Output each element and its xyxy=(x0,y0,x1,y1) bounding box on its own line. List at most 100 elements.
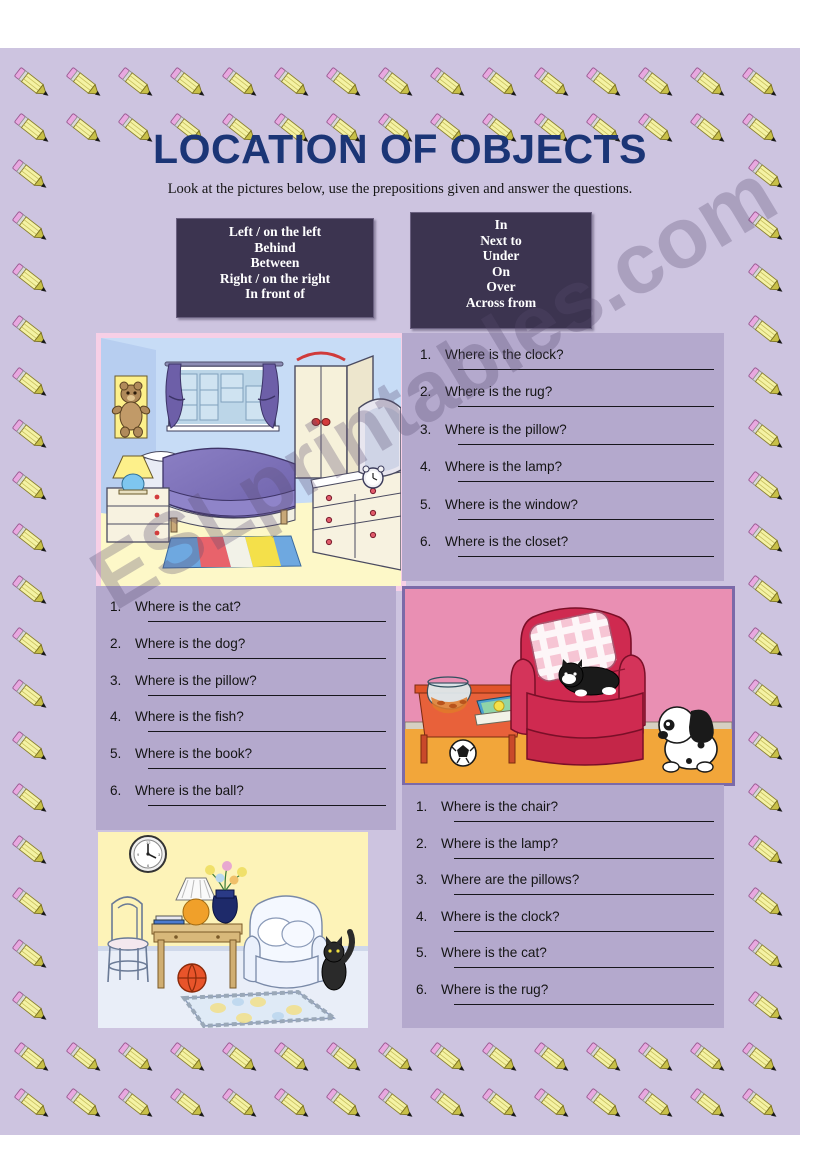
answer-line[interactable] xyxy=(148,804,386,806)
pencil-icon xyxy=(582,1035,628,1081)
question-number: 2. xyxy=(420,384,432,400)
pencil-icon xyxy=(744,516,790,562)
question-text: Where is the rug? xyxy=(445,384,553,400)
answer-line[interactable] xyxy=(458,481,714,483)
livingroom-illustration xyxy=(402,586,735,786)
question-item: 1. Where is the cat? xyxy=(110,597,396,634)
preposition-item: Between xyxy=(250,255,300,271)
pencil-icon xyxy=(166,1035,212,1081)
worksheet-page: LOCATION OF OBJECTS Look at the pictures… xyxy=(0,48,800,1135)
answer-line[interactable] xyxy=(148,768,386,770)
pencil-icon xyxy=(374,60,420,106)
pencil-icon xyxy=(744,204,790,250)
pencil-icon xyxy=(744,880,790,926)
livingroom-questions: 1. Where is the cat? 2. Where is the dog? 3.… xyxy=(96,586,396,830)
answer-line[interactable] xyxy=(148,621,386,622)
pencil-icon xyxy=(744,828,790,874)
pencil-icon xyxy=(478,60,524,106)
question-text: Where is the lamp? xyxy=(445,459,563,475)
answer-line[interactable] xyxy=(454,1003,714,1005)
pencil-icon xyxy=(62,60,108,106)
pencil-icon xyxy=(426,1035,472,1081)
pencil-icon xyxy=(374,1081,420,1127)
pencil-icon xyxy=(218,1081,264,1127)
question-item: 6. Where is the closet? xyxy=(420,532,724,569)
answer-line[interactable] xyxy=(458,406,714,408)
question-text: Where are the pillows? xyxy=(441,872,580,888)
pencil-icon xyxy=(530,1035,576,1081)
question-item: 6. Where is the ball? xyxy=(110,781,396,818)
question-item: 1. Where is the clock? xyxy=(420,345,724,382)
pencil-icon xyxy=(634,60,680,106)
pencil-icon xyxy=(270,1035,316,1081)
preposition-item: Next to xyxy=(480,232,522,248)
answer-line[interactable] xyxy=(454,930,714,932)
pencil-icon xyxy=(744,932,790,978)
answer-line[interactable] xyxy=(458,443,714,445)
question-list: 1. Where is the chair? 2. Where is the lamp… xyxy=(402,785,724,1017)
pencil-icon xyxy=(478,1035,524,1081)
question-number: 1. xyxy=(110,599,122,614)
pencil-icon xyxy=(218,1035,264,1081)
pencil-icon xyxy=(114,1035,160,1081)
pencil-icon xyxy=(8,204,54,250)
pencil-icon xyxy=(744,256,790,302)
pencil-icon xyxy=(744,568,790,614)
pencil-icon xyxy=(744,360,790,406)
question-number: 2. xyxy=(416,835,428,851)
question-text: Where is the clock? xyxy=(441,908,560,924)
pencil-icon xyxy=(530,60,576,106)
question-item: 2. Where is the dog? xyxy=(110,634,396,671)
answer-line[interactable] xyxy=(458,369,714,370)
pencil-icon xyxy=(8,308,54,354)
question-number: 3. xyxy=(110,672,122,688)
pencil-icon xyxy=(744,776,790,822)
pencil-icon xyxy=(686,1081,732,1127)
answer-line[interactable] xyxy=(454,821,714,822)
pencil-icon xyxy=(62,1035,108,1081)
pencil-icon xyxy=(10,1081,56,1127)
answer-line[interactable] xyxy=(454,967,714,969)
answer-line[interactable] xyxy=(458,555,714,557)
pencil-icon xyxy=(10,60,56,106)
pencil-icon xyxy=(8,828,54,874)
answer-line[interactable] xyxy=(454,857,714,859)
pencil-icon xyxy=(426,60,472,106)
pencil-icon xyxy=(8,516,54,562)
answer-line[interactable] xyxy=(458,518,714,520)
pencil-icon xyxy=(744,724,790,770)
sittingroom-illustration: 12 3 6 9 xyxy=(98,832,368,1028)
answer-line[interactable] xyxy=(148,657,386,659)
question-number: 4. xyxy=(420,459,432,475)
pencil-icon xyxy=(8,672,54,718)
question-list: 1. Where is the cat? 2. Where is the dog? 3.… xyxy=(96,586,396,818)
page-title: LOCATION OF OBJECTS xyxy=(153,126,647,172)
question-item: 6. Where is the rug? xyxy=(416,980,724,1017)
preposition-box-position: Left / on the left Behind Between Right / o… xyxy=(176,218,374,318)
pencil-icon xyxy=(270,1081,316,1127)
svg-text:12: 12 xyxy=(146,840,151,845)
answer-line[interactable] xyxy=(454,894,714,896)
pencil-icon xyxy=(114,60,160,106)
question-text: Where is the cat? xyxy=(135,599,241,614)
pencil-icon xyxy=(8,360,54,406)
bedroom-questions: 1. Where is the clock? 2. Where is the rug?… xyxy=(402,333,724,581)
answer-line[interactable] xyxy=(148,731,386,733)
question-item: 3. Where is the pillow? xyxy=(110,671,396,708)
pencil-icon xyxy=(744,984,790,1030)
question-number: 6. xyxy=(416,981,428,997)
preposition-item: Under xyxy=(482,248,520,264)
pencil-icon xyxy=(8,880,54,926)
question-item: 1. Where is the chair? xyxy=(416,797,724,834)
question-text: Where is the fish? xyxy=(135,709,244,725)
bedroom-illustration xyxy=(96,333,406,591)
question-text: Where is the book? xyxy=(135,746,253,762)
pencil-icon xyxy=(8,984,54,1030)
pencil-icon xyxy=(8,464,54,510)
question-item: 5. Where is the book? xyxy=(110,744,396,781)
answer-line[interactable] xyxy=(148,694,386,696)
pencil-icon xyxy=(8,256,54,302)
pencil-icon xyxy=(738,1035,784,1081)
pencil-icon xyxy=(8,412,54,458)
preposition-item: Left / on the left xyxy=(228,224,322,239)
